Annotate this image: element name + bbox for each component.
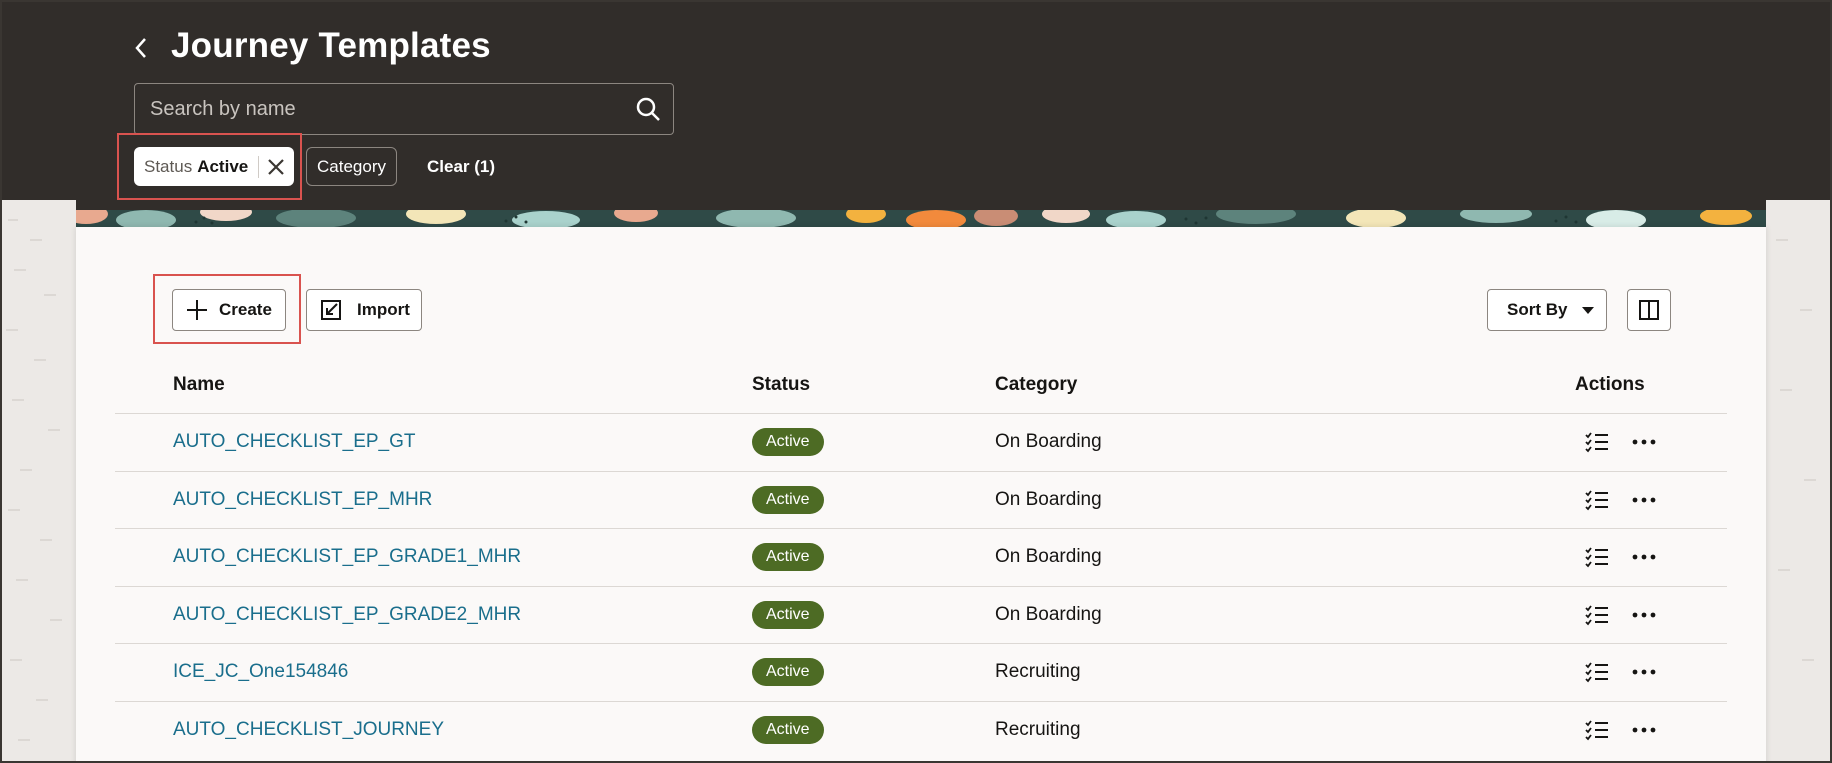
status-badge: Active	[752, 600, 824, 629]
split-view-icon	[1639, 300, 1659, 320]
template-name-link[interactable]: AUTO_CHECKLIST_EP_GRADE1_MHR	[173, 546, 521, 568]
import-icon	[319, 299, 343, 321]
more-actions-button[interactable]	[1629, 659, 1659, 685]
create-button[interactable]: Create	[172, 289, 286, 331]
ellipsis-icon	[1632, 554, 1656, 560]
template-name-link[interactable]: AUTO_CHECKLIST_JOURNEY	[173, 719, 444, 741]
more-actions-button[interactable]	[1629, 602, 1659, 628]
page-header: Journey Templates Status Active Category…	[0, 0, 1832, 212]
category-value: On Boarding	[995, 431, 1102, 452]
ellipsis-icon	[1632, 439, 1656, 445]
template-name-link[interactable]: AUTO_CHECKLIST_EP_MHR	[173, 489, 432, 511]
sort-by-button[interactable]: Sort By	[1487, 289, 1607, 331]
column-header-category[interactable]: Category	[995, 374, 1077, 396]
side-decoration-right	[1766, 200, 1832, 763]
status-badge: Active	[752, 658, 824, 687]
checklist-action-button[interactable]	[1583, 487, 1611, 513]
ellipsis-icon	[1632, 497, 1656, 502]
import-button[interactable]: Import	[306, 289, 422, 331]
category-value: On Boarding	[995, 546, 1102, 568]
checklist-action-button[interactable]	[1583, 717, 1611, 743]
category-value: On Boarding	[995, 603, 1102, 625]
status-filter-chip[interactable]: Status Active	[134, 147, 294, 186]
ellipsis-icon	[1632, 669, 1656, 675]
table-row: ICE_JC_One154846 Active Recruiting	[115, 643, 1727, 701]
close-icon	[268, 158, 285, 175]
checklist-action-button[interactable]	[1583, 429, 1611, 455]
table-row: AUTO_CHECKLIST_JOURNEY Active Recruiting	[115, 701, 1727, 759]
more-actions-button[interactable]	[1629, 717, 1659, 743]
checklist-action-button[interactable]	[1583, 659, 1611, 685]
plus-icon	[185, 299, 209, 321]
status-badge: Active	[752, 428, 824, 456]
split-view-button[interactable]	[1627, 289, 1671, 331]
column-header-status[interactable]: Status	[752, 374, 810, 396]
more-actions-button[interactable]	[1629, 544, 1659, 570]
status-badge: Active	[752, 543, 824, 572]
table-row: AUTO_CHECKLIST_EP_GT Active On Boarding	[115, 413, 1727, 471]
status-filter-key: Status	[144, 156, 193, 176]
side-decoration-left	[0, 200, 76, 763]
back-button[interactable]	[128, 30, 154, 66]
table-row: AUTO_CHECKLIST_EP_GRADE1_MHR Active On Boa…	[115, 528, 1727, 586]
status-badge: Active	[752, 485, 824, 514]
checklist-icon	[1585, 720, 1608, 741]
checklist-icon	[1585, 547, 1608, 568]
checklist-icon	[1585, 605, 1608, 626]
remove-filter-button[interactable]	[259, 147, 293, 186]
caret-down-icon	[1581, 305, 1595, 315]
template-name-link[interactable]: ICE_JC_One154846	[173, 661, 348, 683]
checklist-icon	[1585, 662, 1608, 683]
column-header-name[interactable]: Name	[173, 374, 225, 396]
ellipsis-icon	[1632, 727, 1656, 733]
template-name-link[interactable]: AUTO_CHECKLIST_EP_GRADE2_MHR	[173, 604, 521, 626]
ellipsis-icon	[1632, 612, 1656, 618]
status-filter-value: Active	[197, 156, 249, 176]
status-badge: Active	[752, 716, 824, 744]
template-name-link[interactable]: AUTO_CHECKLIST_EP_GT	[173, 431, 416, 453]
clear-filters-link[interactable]: Clear (1)	[427, 147, 495, 186]
search-box	[134, 83, 674, 135]
page-title: Journey Templates	[171, 26, 491, 65]
category-value: Recruiting	[995, 661, 1081, 683]
column-header-actions: Actions	[1575, 374, 1645, 395]
search-icon[interactable]	[623, 84, 673, 134]
table-row: AUTO_CHECKLIST_EP_GRADE2_MHR Active On Boa…	[115, 585, 1727, 644]
decorative-banner	[76, 210, 1766, 228]
checklist-icon	[1585, 432, 1608, 453]
chevron-left-icon	[135, 38, 146, 58]
import-button-label: Import	[357, 300, 410, 319]
more-actions-button[interactable]	[1629, 429, 1659, 455]
sort-by-label: Sort By	[1507, 300, 1568, 319]
more-actions-button[interactable]	[1629, 487, 1659, 513]
checklist-icon	[1585, 490, 1608, 510]
category-filter-chip[interactable]: Category	[306, 147, 397, 186]
checklist-action-button[interactable]	[1583, 602, 1611, 628]
checklist-action-button[interactable]	[1583, 544, 1611, 570]
category-value: Recruiting	[995, 719, 1081, 740]
create-button-label: Create	[219, 300, 272, 319]
category-value: On Boarding	[995, 488, 1102, 510]
search-input[interactable]	[135, 84, 623, 134]
table-row: AUTO_CHECKLIST_EP_MHR Active On Boarding	[115, 470, 1727, 529]
